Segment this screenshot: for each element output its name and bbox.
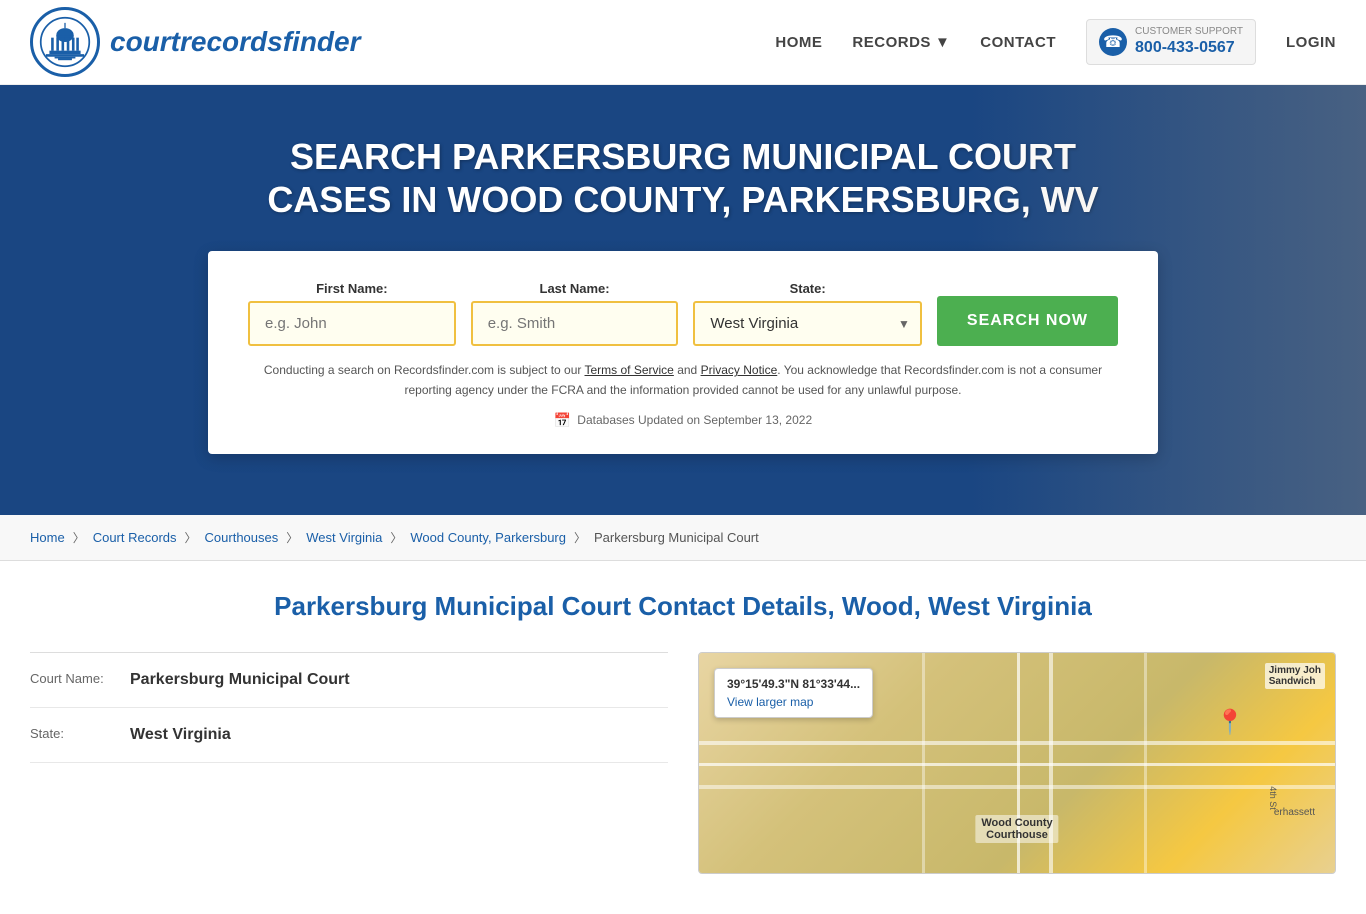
map-jj-label: Jimmy JohSandwich — [1265, 663, 1325, 689]
map-view-larger[interactable]: View larger map — [727, 695, 813, 709]
map-4th-st: 4th St — [1268, 786, 1278, 810]
search-button[interactable]: SEARCH NOW — [937, 296, 1118, 346]
phone-icon: ☎ — [1099, 28, 1127, 56]
site-header: courtrecordsfinder HOME RECORDS ▼ CONTAC… — [0, 0, 1366, 85]
map-area: Jimmy JohSandwich 📍 Wood CountyCourthous… — [698, 652, 1336, 874]
content-grid: Court Name: Parkersburg Municipal Court … — [30, 652, 1336, 874]
breadcrumb-sep-2: 〉 — [185, 529, 197, 546]
breadcrumb-home[interactable]: Home — [30, 530, 65, 545]
first-name-input[interactable] — [248, 301, 456, 346]
detail-row-state: State: West Virginia — [30, 708, 668, 763]
map-coords: 39°15'49.3"N 81°33'44... — [727, 677, 860, 691]
nav-login[interactable]: LOGIN — [1286, 34, 1336, 51]
search-fields: First Name: Last Name: State: AlabamaAla… — [248, 281, 1118, 346]
calendar-icon: 📅 — [554, 412, 571, 429]
main-nav: HOME RECORDS ▼ CONTACT ☎ CUSTOMER SUPPOR… — [775, 19, 1336, 64]
search-card: First Name: Last Name: State: AlabamaAla… — [208, 251, 1158, 453]
support-box: ☎ CUSTOMER SUPPORT 800-433-0567 — [1086, 19, 1256, 64]
first-name-group: First Name: — [248, 281, 456, 346]
detail-row-name: Court Name: Parkersburg Municipal Court — [30, 653, 668, 708]
support-text: CUSTOMER SUPPORT 800-433-0567 — [1135, 26, 1243, 57]
tos-link[interactable]: Terms of Service — [585, 363, 674, 377]
breadcrumb: Home 〉 Court Records 〉 Courthouses 〉 Wes… — [0, 515, 1366, 561]
state-value: West Virginia — [130, 726, 231, 744]
logo-text[interactable]: courtrecordsfinder — [110, 26, 361, 58]
court-details: Court Name: Parkersburg Municipal Court … — [30, 652, 668, 874]
state-group: State: AlabamaAlaskaArizonaArkansasCalif… — [693, 281, 921, 346]
chevron-down-icon: ▼ — [935, 34, 950, 51]
db-update: 📅 Databases Updated on September 13, 202… — [248, 412, 1118, 429]
breadcrumb-sep-5: 〉 — [574, 529, 586, 546]
last-name-input[interactable] — [471, 301, 679, 346]
breadcrumb-sep-4: 〉 — [390, 529, 402, 546]
main-content: Parkersburg Municipal Court Contact Deta… — [0, 561, 1366, 914]
breadcrumb-court-records[interactable]: Court Records — [93, 530, 177, 545]
map-tooltip: 39°15'49.3"N 81°33'44... View larger map — [714, 668, 873, 718]
map-erh-label: erhassett — [1274, 807, 1315, 818]
nav-records[interactable]: RECORDS ▼ — [852, 34, 950, 51]
breadcrumb-west-virginia[interactable]: West Virginia — [306, 530, 382, 545]
map-pin-icon: 📍 — [1215, 708, 1245, 737]
disclaimer-text: Conducting a search on Recordsfinder.com… — [248, 361, 1118, 399]
logo-icon[interactable] — [30, 7, 100, 77]
map-county-label: Wood CountyCourthouse — [975, 815, 1058, 843]
page-title: Parkersburg Municipal Court Contact Deta… — [30, 591, 1336, 622]
breadcrumb-sep-1: 〉 — [73, 529, 85, 546]
last-name-group: Last Name: — [471, 281, 679, 346]
map-placeholder[interactable]: Jimmy JohSandwich 📍 Wood CountyCourthous… — [699, 653, 1335, 873]
breadcrumb-sep-3: 〉 — [286, 529, 298, 546]
state-select[interactable]: AlabamaAlaskaArizonaArkansasCaliforniaCo… — [693, 301, 921, 346]
breadcrumb-courthouses[interactable]: Courthouses — [205, 530, 279, 545]
court-name-label: Court Name: — [30, 671, 120, 686]
state-label-field: State: — [30, 726, 120, 741]
hero-title: SEARCH PARKERSBURG MUNICIPAL COURT CASES… — [233, 135, 1133, 221]
hero-section: SEARCH PARKERSBURG MUNICIPAL COURT CASES… — [0, 85, 1366, 515]
breadcrumb-wood-county[interactable]: Wood County, Parkersburg — [410, 530, 566, 545]
logo-area: courtrecordsfinder — [30, 7, 775, 77]
state-label: State: — [693, 281, 921, 296]
breadcrumb-current: Parkersburg Municipal Court — [594, 530, 759, 545]
nav-contact[interactable]: CONTACT — [980, 34, 1056, 51]
first-name-label: First Name: — [248, 281, 456, 296]
nav-home[interactable]: HOME — [775, 34, 822, 51]
court-name-value: Parkersburg Municipal Court — [130, 671, 350, 689]
privacy-link[interactable]: Privacy Notice — [701, 363, 778, 377]
state-select-wrapper: AlabamaAlaskaArizonaArkansasCaliforniaCo… — [693, 301, 921, 346]
last-name-label: Last Name: — [471, 281, 679, 296]
